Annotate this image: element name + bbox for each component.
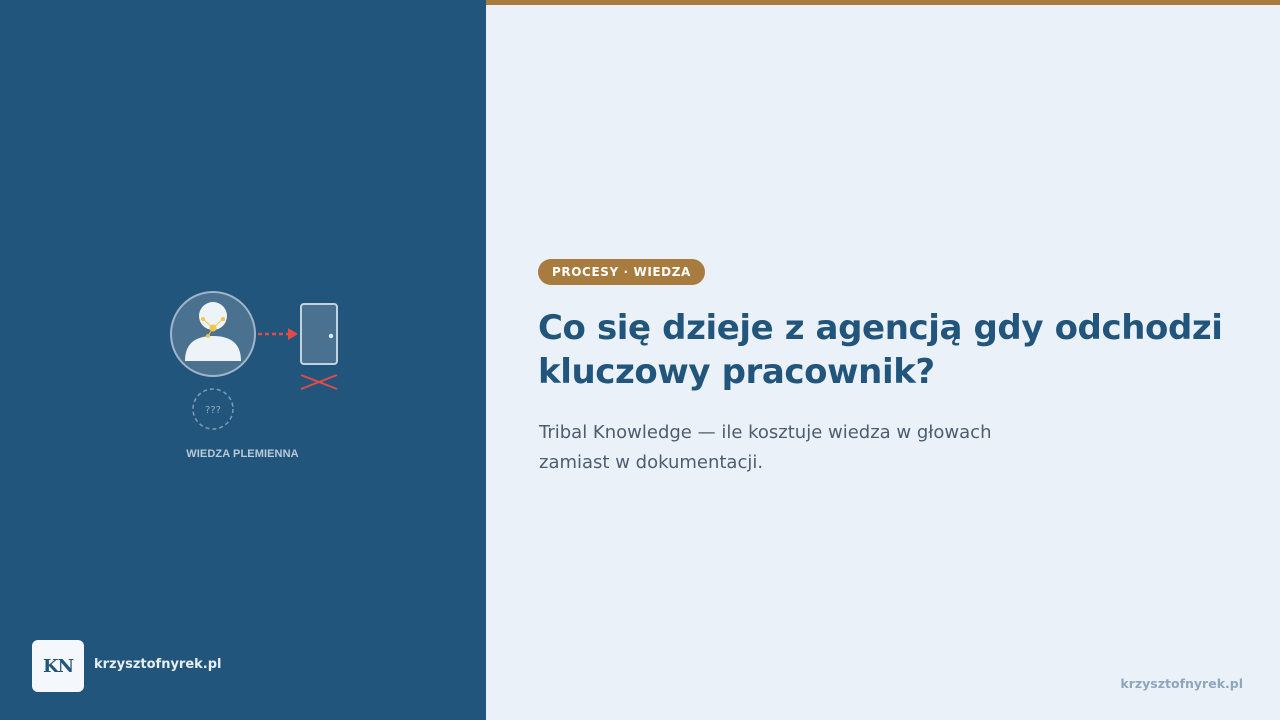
category-badge: PROCESY · WIEDZA	[538, 259, 705, 285]
slide: ??? WIEDZA PLEMIENNA KN krzysztofnyrek.p…	[0, 0, 1280, 720]
question-circle-icon: ???	[192, 388, 234, 430]
page-subtitle: Tribal Knowledge — ile kosztuje wiedza w…	[539, 422, 992, 473]
logo[interactable]: KN	[32, 640, 84, 692]
logo-initials: KN	[42, 655, 74, 677]
door-icon	[300, 303, 338, 365]
top-accent-bar	[486, 0, 1280, 5]
arrow-icon	[258, 328, 298, 340]
question-marks: ???	[205, 405, 221, 416]
illustration-caption: WIEDZA PLEMIENNA	[186, 448, 299, 460]
illustration: ???	[170, 291, 338, 430]
left-domain-link[interactable]: krzysztofnyrek.pl	[94, 657, 222, 672]
person-icon	[170, 291, 256, 377]
page-title: Co się dzieje z agencją gdy odchodzi klu…	[538, 308, 1223, 392]
cross-icon	[300, 374, 338, 390]
right-domain-link[interactable]: krzysztofnyrek.pl	[1120, 676, 1243, 691]
